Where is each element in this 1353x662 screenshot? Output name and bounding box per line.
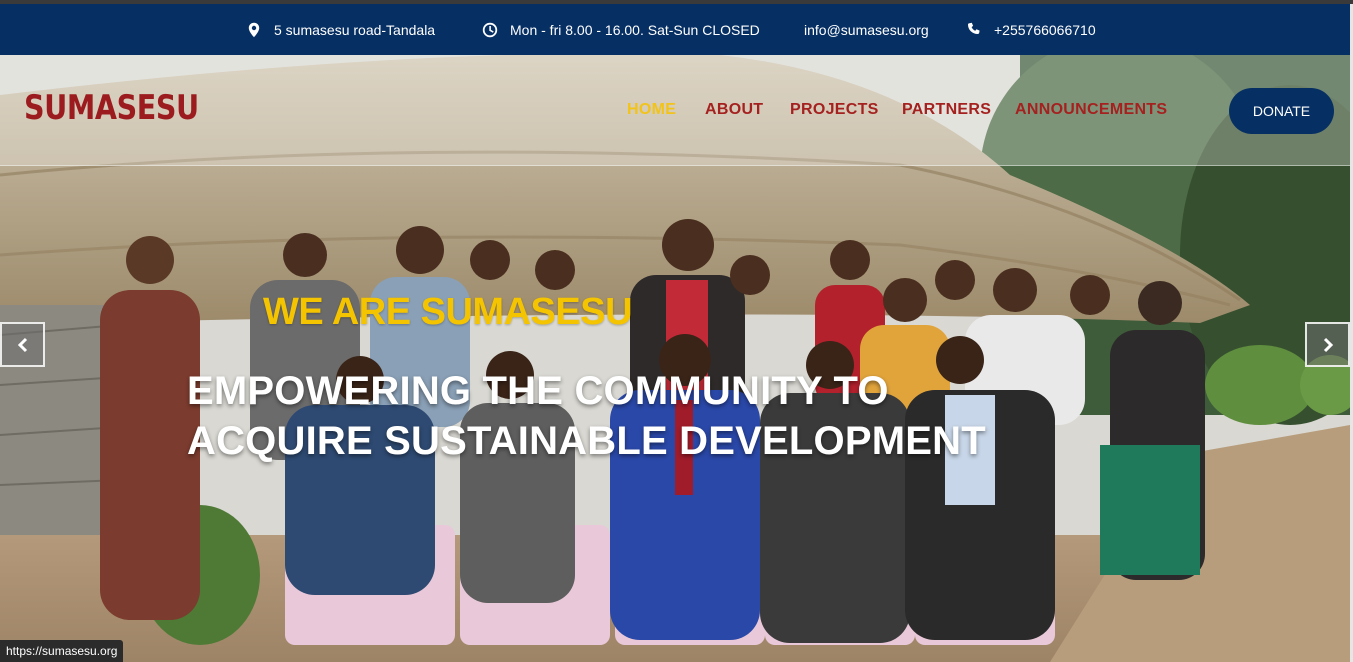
email-info[interactable]: info@sumasesu.org [804, 4, 929, 55]
hours-text: Mon - fri 8.00 - 16.00. Sat-Sun CLOSED [510, 21, 760, 38]
status-bar-url: https://sumasesu.org [0, 640, 124, 662]
nav-home[interactable]: HOME [627, 101, 676, 119]
map-pin-icon [248, 22, 260, 37]
donate-button[interactable]: DONATE [1229, 88, 1334, 134]
phone-info[interactable]: +255766066710 [966, 4, 1096, 55]
nav-partners[interactable]: PARTNERS [902, 101, 991, 119]
slider-next-button[interactable] [1305, 322, 1350, 367]
hero-slider: SUMASESU HOME ABOUT PROJECTS PARTNERS AN… [0, 55, 1350, 662]
phone-text[interactable]: +255766066710 [994, 22, 1096, 38]
site-logo[interactable]: SUMASESU [24, 88, 199, 128]
clock-icon [482, 22, 498, 37]
hero-headline: EMPOWERING THE COMMUNITY TO ACQUIRE SUST… [187, 366, 986, 466]
top-info-bar: 5 sumasesu road-Tandala Mon - fri 8.00 -… [0, 4, 1350, 55]
nav-announcements[interactable]: ANNOUNCEMENTS [1015, 101, 1167, 119]
address-info: 5 sumasesu road-Tandala [246, 4, 435, 55]
main-navbar: SUMASESU HOME ABOUT PROJECTS PARTNERS AN… [0, 55, 1350, 166]
nav-projects[interactable]: PROJECTS [790, 101, 879, 119]
slider-prev-button[interactable] [0, 322, 45, 367]
hours-info: Mon - fri 8.00 - 16.00. Sat-Sun CLOSED [482, 4, 760, 55]
email-link[interactable]: info@sumasesu.org [804, 22, 929, 38]
chevron-left-icon [17, 337, 27, 352]
chevron-right-icon [1323, 337, 1333, 352]
phone-icon [968, 22, 980, 34]
hero-kicker: WE ARE SUMASESU [263, 291, 633, 333]
hero-headline-line-2: ACQUIRE SUSTAINABLE DEVELOPMENT [187, 419, 986, 463]
address-text: 5 sumasesu road-Tandala [274, 21, 436, 38]
nav-about[interactable]: ABOUT [705, 101, 763, 119]
hero-headline-line-1: EMPOWERING THE COMMUNITY TO [187, 369, 889, 413]
